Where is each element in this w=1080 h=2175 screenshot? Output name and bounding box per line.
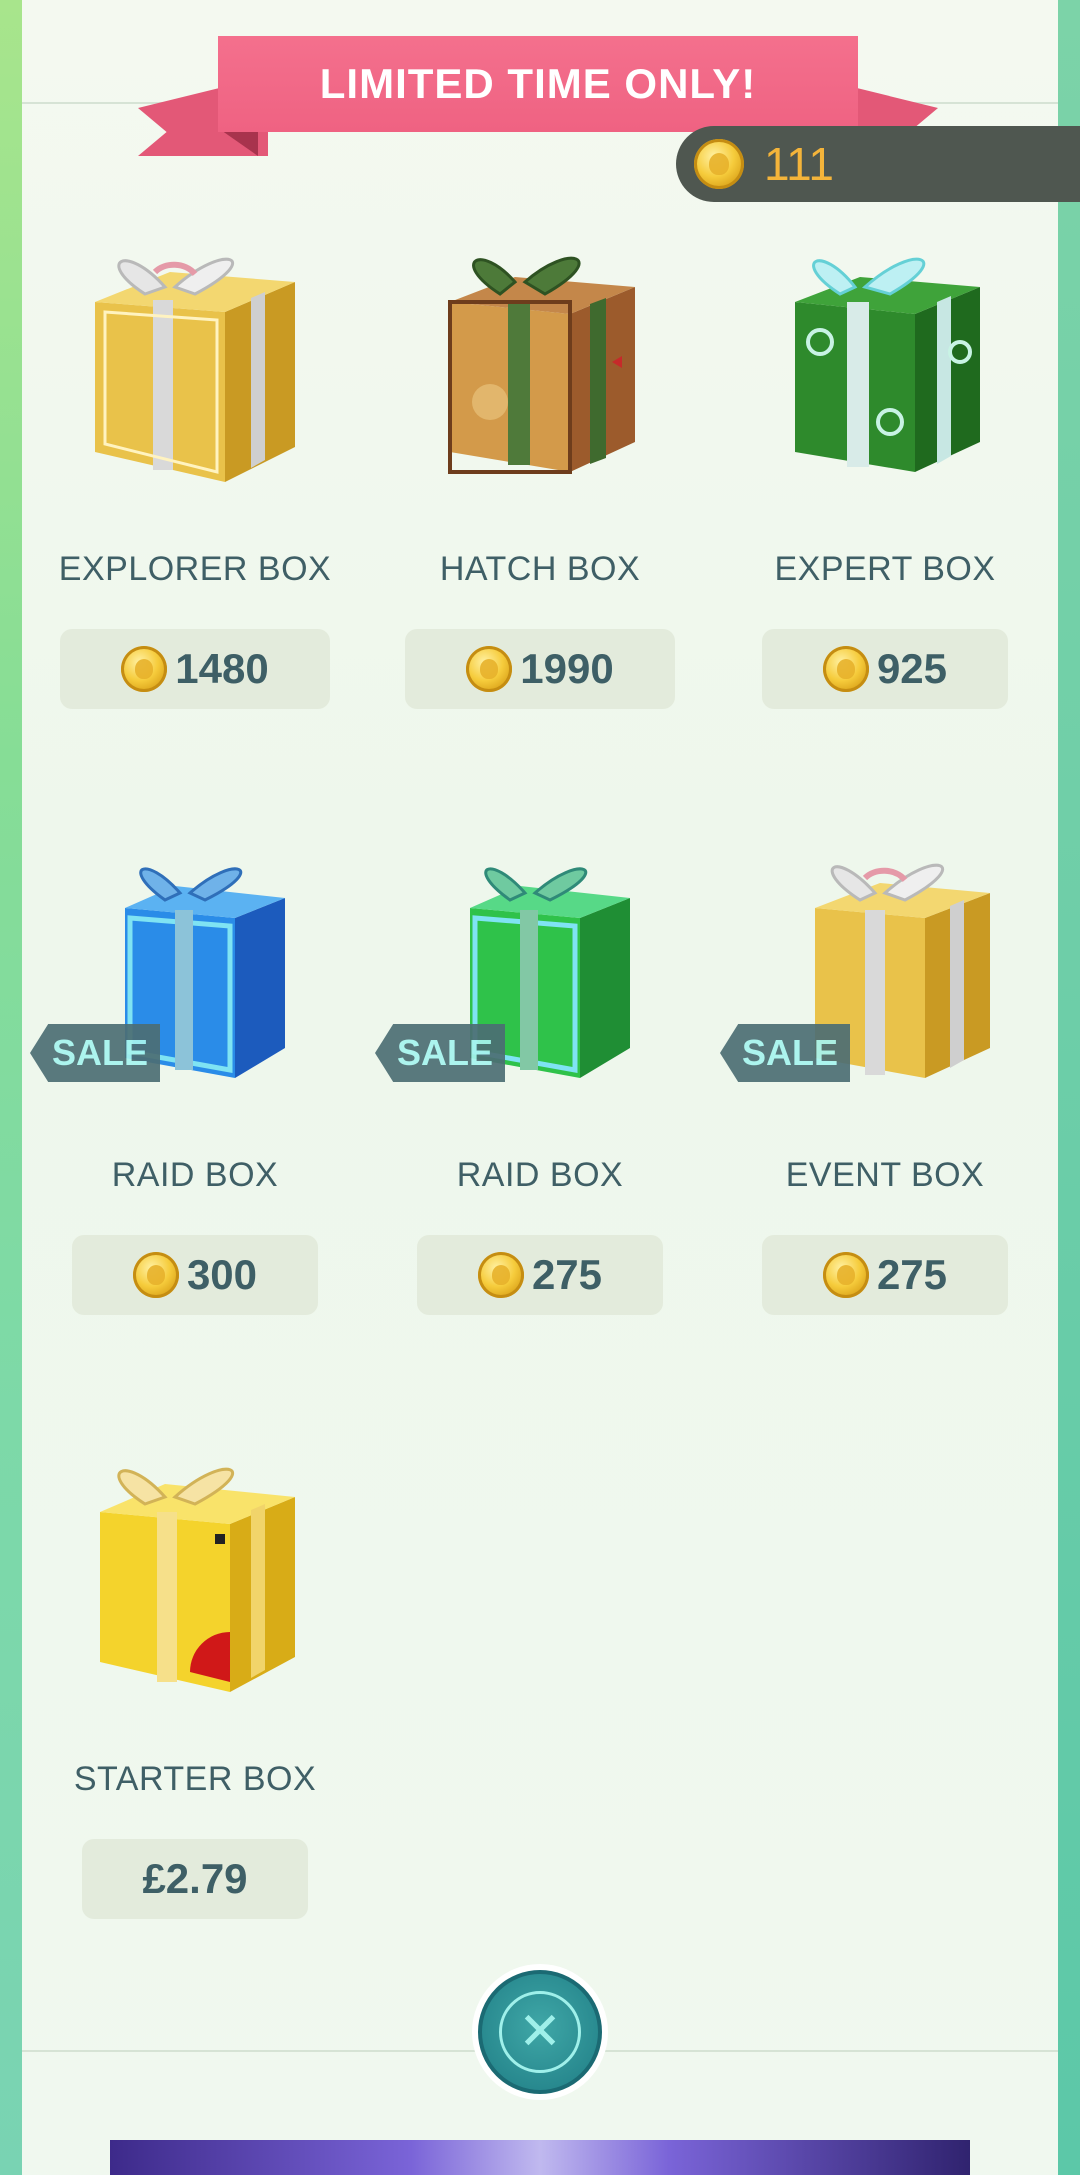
shop-item-hatch-box[interactable]: HATCH BOX 1990 [375, 232, 705, 752]
close-button-ring: ✕ [472, 1964, 608, 2100]
explorer-box-icon [95, 257, 295, 482]
item-name: RAID BOX [111, 1156, 279, 1194]
coin-icon [822, 1252, 869, 1298]
hatch-box-icon [448, 256, 635, 474]
coin-balance: 111 [676, 126, 1080, 202]
price-button[interactable]: 925 [762, 629, 1008, 709]
close-icon: ✕ [499, 1991, 581, 2073]
price-value: 925 [876, 645, 948, 692]
price-button[interactable]: 275 [762, 1235, 1008, 1315]
price-value: £2.79 [142, 1855, 248, 1902]
price-button[interactable]: 300 [72, 1235, 318, 1315]
coin-icon [132, 1252, 179, 1298]
item-name: EXPLORER BOX [58, 550, 332, 588]
price-value: 1480 [175, 645, 269, 692]
expert-box-icon [795, 257, 980, 472]
shop-item-raid-box-2[interactable]: SALE RAID BOX 275 [375, 838, 705, 1358]
item-name: HATCH BOX [439, 550, 641, 588]
starter-box-icon [100, 1467, 295, 1692]
banner-text: LIMITED TIME ONLY! [218, 36, 858, 132]
shop-item-expert-box[interactable]: EXPERT BOX 925 [720, 232, 1050, 752]
coin-icon [477, 1252, 524, 1298]
right-border [1058, 0, 1080, 2175]
price-button[interactable]: 1480 [60, 629, 330, 709]
coin-icon [822, 646, 869, 692]
shop-item-starter-box[interactable]: STARTER BOX £2.79 [30, 1442, 360, 1962]
promo-banner-peek[interactable] [110, 2140, 970, 2175]
price-value: 275 [876, 1251, 948, 1298]
shop-item-raid-box-1[interactable]: SALE RAID BOX 300 [30, 838, 360, 1358]
coin-icon [694, 139, 744, 189]
price-value: 1990 [520, 645, 614, 692]
coin-icon [121, 646, 168, 692]
coin-balance-amount: 111 [764, 138, 834, 190]
sale-badge: SALE [375, 1024, 505, 1082]
item-name: STARTER BOX [73, 1760, 317, 1798]
close-button[interactable]: ✕ [478, 1970, 602, 2094]
item-name: EVENT BOX [785, 1156, 985, 1194]
shop-item-event-box[interactable]: SALE EVENT BOX 275 [720, 838, 1050, 1358]
price-value: 300 [186, 1251, 258, 1298]
price-button[interactable]: £2.79 [82, 1839, 308, 1919]
coin-icon [466, 646, 513, 692]
price-button[interactable]: 275 [417, 1235, 663, 1315]
item-name: RAID BOX [456, 1156, 624, 1194]
sale-badge: SALE [30, 1024, 160, 1082]
price-value: 275 [531, 1251, 603, 1298]
shop-item-explorer-box[interactable]: EXPLORER BOX 1480 [30, 232, 360, 752]
item-name: EXPERT BOX [774, 550, 996, 588]
price-button[interactable]: 1990 [405, 629, 675, 709]
sale-badge: SALE [720, 1024, 850, 1082]
